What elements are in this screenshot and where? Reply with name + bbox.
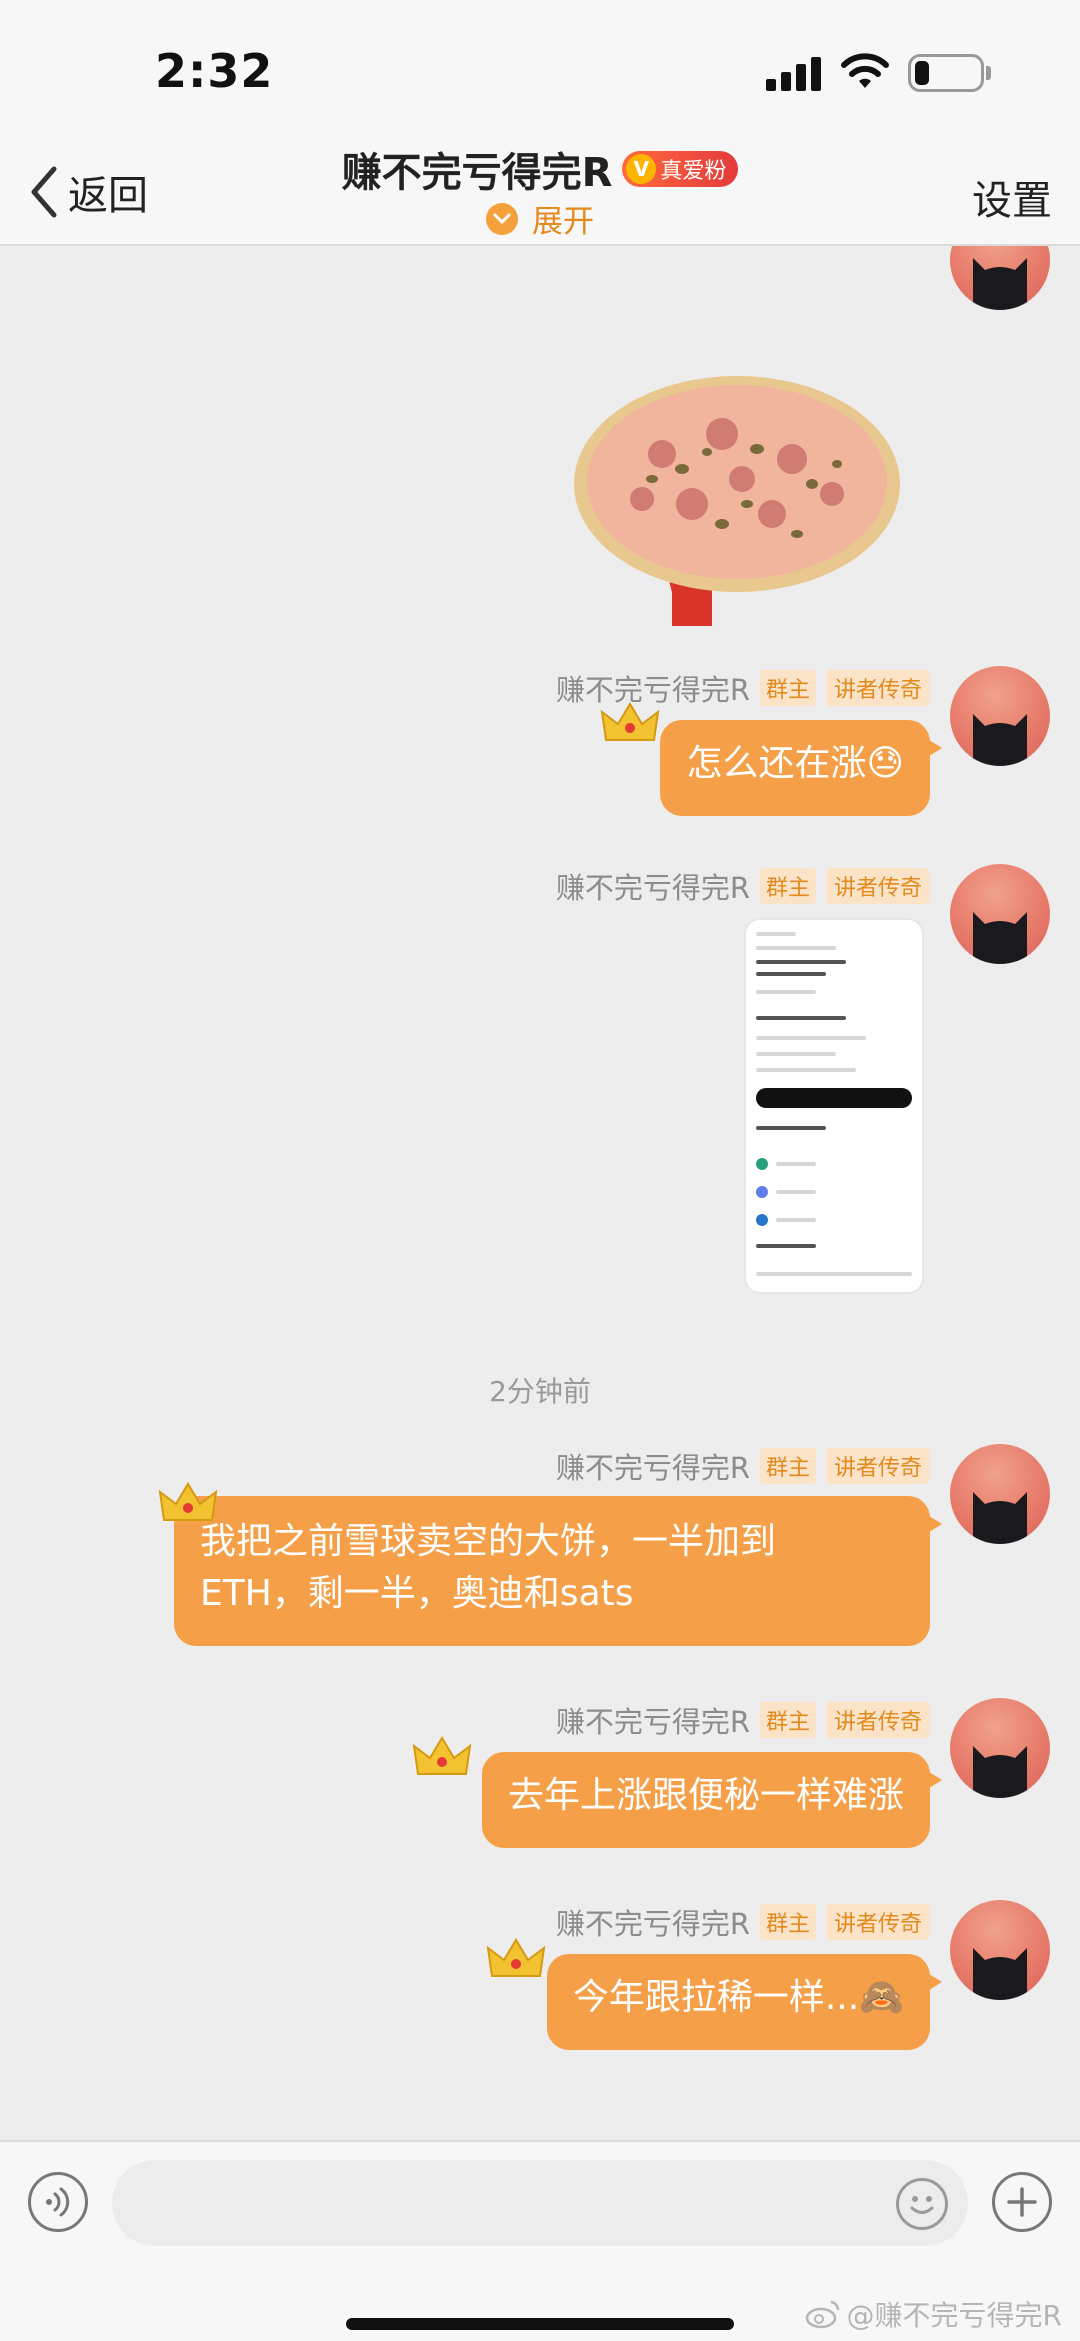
title-tag: 讲者传奇: [825, 1702, 930, 1738]
cat-avatar-icon: [973, 714, 1027, 766]
role-tag: 群主: [759, 670, 816, 706]
message-text: 去年上涨跟便秘一样难涨: [507, 1775, 904, 1816]
message-input[interactable]: [112, 2160, 968, 2246]
role-tag: 群主: [759, 1702, 816, 1738]
title-tag: 讲者传奇: [825, 1904, 930, 1940]
title-tag: 讲者传奇: [825, 1448, 930, 1484]
timestamp: 2分钟前: [489, 1375, 591, 1408]
role-tag: 群主: [759, 1448, 816, 1484]
sender-name: 赚不完亏得完R: [555, 1451, 750, 1485]
plus-icon: [1007, 2187, 1037, 2217]
expand-label: 展开: [532, 204, 594, 240]
chat-title-text: 赚不完亏得完R: [341, 150, 613, 196]
message-sender-line: 赚不完亏得完R 群主 讲者传奇: [555, 868, 930, 905]
status-time: 2:32: [155, 44, 274, 98]
crown-icon: [412, 1736, 472, 1775]
cat-avatar-icon: [973, 1948, 1027, 2000]
voice-button[interactable]: [28, 2172, 88, 2232]
fan-badge-label: 真爱粉: [660, 159, 727, 184]
message-text-line-2: ETH，剩一半，奥迪和sats: [200, 1573, 634, 1614]
settings-button[interactable]: 设置: [972, 168, 1052, 226]
top-bar: 2:32 返回 赚不完亏得完R V 真爱粉 展开 设置: [0, 0, 1080, 246]
cat-avatar-icon: [973, 1492, 1027, 1544]
wifi-icon: [841, 53, 889, 88]
cat-avatar-icon: [973, 1746, 1027, 1798]
chat-title[interactable]: 赚不完亏得完R V 真爱粉: [342, 140, 739, 198]
crown-icon: [158, 1482, 218, 1521]
plus-button[interactable]: [992, 2172, 1052, 2232]
watermark-text: @赚不完亏得完R: [846, 2299, 1062, 2332]
signal-icon: [766, 57, 822, 91]
battery-cap: [986, 66, 991, 80]
avatar[interactable]: [950, 1698, 1050, 1798]
message-sender-line: 赚不完亏得完R 群主 讲者传奇: [555, 1904, 930, 1941]
home-indicator[interactable]: [346, 2318, 734, 2330]
battery-icon: [908, 54, 984, 92]
avatar[interactable]: [950, 1444, 1050, 1544]
role-tag: 群主: [759, 868, 816, 904]
message-bubble[interactable]: 去年上涨跟便秘一样难涨: [481, 1752, 943, 1848]
screenshot-image[interactable]: [744, 918, 924, 1294]
message-text: 今年跟拉稀一样...🙈: [572, 1977, 904, 2018]
fan-badge: V 真爱粉: [622, 151, 739, 187]
sender-name: 赚不完亏得完R: [555, 1705, 750, 1739]
pizza-sticker[interactable]: [572, 364, 902, 626]
message-bubble[interactable]: 怎么还在涨😓: [660, 720, 942, 816]
cat-avatar-icon: [973, 258, 1027, 310]
title-tag: 讲者传奇: [825, 670, 930, 706]
message-text: 怎么还在涨😓: [686, 743, 904, 784]
crown-icon: [600, 702, 660, 741]
avatar[interactable]: [950, 666, 1050, 766]
emoji-icon: [910, 2196, 934, 2214]
weibo-icon: [805, 2300, 839, 2329]
message-sender-line: 赚不完亏得完R 群主 讲者传奇: [555, 1448, 930, 1485]
emoji-button[interactable]: [896, 2178, 948, 2230]
watermark: @赚不完亏得完R: [805, 2294, 1062, 2334]
message-bubble[interactable]: 今年跟拉稀一样...🙈: [546, 1954, 943, 2050]
input-bar: @赚不完亏得完R: [0, 2140, 1080, 2341]
message-bubble[interactable]: 我把之前雪球卖空的大饼，一半加到 ETH，剩一半，奥迪和sats: [174, 1496, 942, 1646]
sender-name: 赚不完亏得完R: [555, 1907, 750, 1941]
sender-name: 赚不完亏得完R: [555, 871, 750, 905]
message-text-line-1: 我把之前雪球卖空的大饼，一半加到: [200, 1521, 777, 1562]
role-tag: 群主: [759, 1904, 816, 1940]
title-tag: 讲者传奇: [825, 868, 930, 904]
verified-icon: V: [626, 154, 657, 184]
avatar[interactable]: [950, 1900, 1050, 2000]
avatar[interactable]: [950, 864, 1050, 964]
expand-button[interactable]: 展开: [0, 196, 1080, 241]
crown-icon: [486, 1938, 546, 1977]
voice-icon: [46, 2187, 70, 2217]
message-sender-line: 赚不完亏得完R 群主 讲者传奇: [555, 1702, 930, 1739]
chat-title-area: 赚不完亏得完R V 真爱粉: [0, 140, 1080, 198]
cat-avatar-icon: [973, 912, 1027, 964]
chevron-down-icon: [486, 202, 518, 235]
